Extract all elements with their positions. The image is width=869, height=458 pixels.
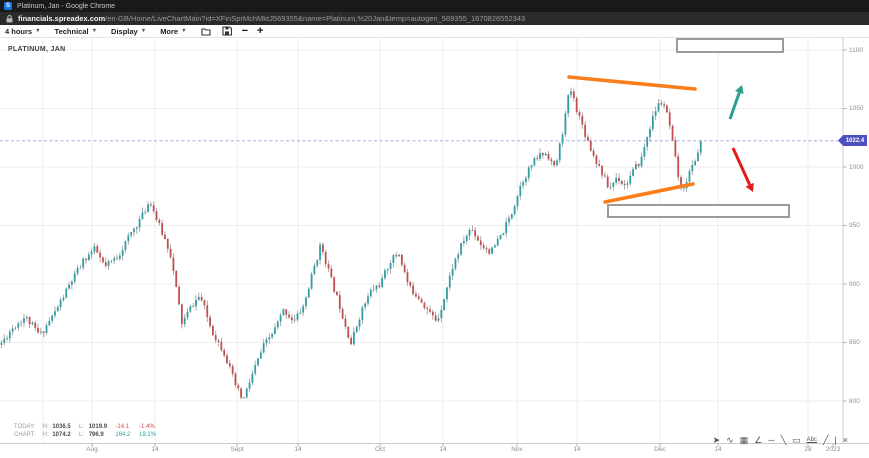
url-text[interactable]: financials.spreadex.com/en-GB/Home/LiveC… (18, 14, 525, 23)
save-chart-button[interactable] (222, 26, 232, 36)
diagonal-line-icon[interactable]: ╱ (823, 435, 828, 445)
url-path: /en-GB/Home/LiveChartMain?id=XFinSprMchM… (105, 14, 525, 23)
annotations (569, 39, 789, 217)
x-axis-label: 14 (564, 446, 590, 453)
angle-lines-icon[interactable]: ∠ (754, 435, 762, 445)
annotation-rectangle-bottom[interactable] (608, 205, 789, 217)
legend-row-today: TODAY: H: 1036.5 L: 1019.9 -14.1 -1.4% (14, 424, 159, 432)
chevron-down-icon: ▼ (181, 28, 186, 34)
y-axis-label: 1050 (849, 105, 863, 112)
drawing-toolbar: ➤ ∿ ▦ ∠ ─ ╲ ▭ Abc ╱ | × (713, 435, 848, 445)
legend-chart-high: 1074.2 (52, 432, 77, 440)
folder-open-icon (201, 27, 212, 36)
annotation-trendline-upper[interactable] (569, 77, 695, 89)
toolbar-separator: | (834, 435, 836, 445)
display-dropdown[interactable]: Display ▼ (111, 27, 146, 36)
more-label: More (160, 27, 178, 36)
address-bar[interactable]: financials.spreadex.com/en-GB/Home/LiveC… (0, 12, 869, 25)
rectangle-icon[interactable]: ▭ (792, 435, 801, 445)
polyline-icon[interactable]: ∿ (726, 435, 734, 445)
timeframe-label: 4 hours (5, 27, 32, 36)
y-axis-label: 1100 (849, 47, 863, 54)
window-titlebar: S Platinum, Jan - Google Chrome (0, 0, 869, 12)
open-chart-button[interactable] (201, 27, 212, 36)
url-domain: financials.spreadex.com (18, 14, 105, 23)
x-axis-label: Nov (504, 446, 530, 453)
legend-chart-change: 164.2 (115, 432, 137, 440)
y-axis-label: 900 (849, 281, 860, 288)
x-axis-label: Aug (79, 446, 105, 453)
annotation-rectangle-top[interactable] (677, 39, 783, 52)
zoom-in-button[interactable]: + (257, 26, 263, 36)
save-icon (222, 26, 232, 36)
text-icon[interactable]: Abc (807, 435, 817, 445)
x-axis-label: Oct (367, 446, 393, 453)
legend-high-key: H: (43, 424, 51, 432)
legend-today-low: 1019.9 (89, 424, 114, 432)
legend-today-high: 1036.5 (52, 424, 77, 432)
pointer-icon[interactable]: ➤ (713, 435, 721, 445)
spreadex-favicon: S (4, 2, 12, 10)
y-axis-label: 850 (849, 339, 860, 346)
legend-today-change-pct: -1.4% (139, 424, 159, 432)
x-axis-label: 28 (795, 446, 821, 453)
x-axis-label: 14 (705, 446, 731, 453)
chevron-down-icon: ▼ (35, 28, 40, 34)
x-axis-label: 14 (430, 446, 456, 453)
y-axis-label: 800 (849, 398, 860, 405)
grid-icon[interactable]: ▦ (740, 435, 749, 445)
legend-chart-low: 796.9 (89, 432, 114, 440)
chart-legend: TODAY: H: 1036.5 L: 1019.9 -14.1 -1.4% C… (14, 424, 159, 439)
legend-low-key: L: (79, 432, 87, 440)
current-price-badge: 1022.4 (838, 135, 867, 146)
price-chart[interactable] (0, 38, 869, 458)
candlesticks (0, 88, 701, 400)
chart-area: PLATINUM, JAN 1022.4 TODAY: H: 1036.5 L:… (0, 38, 869, 458)
y-axis-label: 1000 (849, 164, 863, 171)
legend-chart-label: CHART: (14, 432, 41, 440)
x-axis-label: 14 (285, 446, 311, 453)
technical-label: Technical (55, 27, 89, 36)
technical-dropdown[interactable]: Technical ▼ (55, 27, 98, 36)
legend-today-label: TODAY: (14, 424, 41, 432)
chart-toolbar: 4 hours ▼ Technical ▼ Display ▼ More ▼ −… (0, 25, 869, 38)
chevron-down-icon: ▼ (92, 28, 97, 34)
legend-row-chart: CHART: H: 1074.2 L: 796.9 164.2 19.1% (14, 432, 159, 440)
legend-high-key: H: (43, 432, 51, 440)
y-axis-label: 950 (849, 222, 860, 229)
more-dropdown[interactable]: More ▼ (160, 27, 186, 36)
instrument-label: PLATINUM, JAN (8, 46, 65, 53)
timeframe-dropdown[interactable]: 4 hours ▼ (5, 27, 41, 36)
annotation-arrow-up[interactable] (730, 85, 744, 119)
chevron-down-icon: ▼ (141, 28, 146, 34)
horizontal-line-icon[interactable]: ─ (768, 435, 774, 445)
legend-chart-change-pct: 19.1% (139, 432, 159, 440)
x-axis-label: Dec (647, 446, 673, 453)
x-axis-label: 2023 (820, 446, 846, 453)
lock-icon (6, 15, 13, 23)
close-icon[interactable]: × (843, 435, 848, 445)
annotation-arrow-down[interactable] (733, 148, 754, 192)
gridlines (0, 38, 869, 447)
legend-today-change: -14.1 (115, 424, 137, 432)
zoom-out-button[interactable]: − (242, 26, 248, 36)
x-axis-label: 14 (142, 446, 168, 453)
x-axis-label: Sept (224, 446, 250, 453)
window-title: Platinum, Jan - Google Chrome (17, 3, 115, 10)
annotation-trendline-lower[interactable] (605, 184, 693, 202)
trend-line-icon[interactable]: ╲ (781, 435, 786, 445)
legend-low-key: L: (79, 424, 87, 432)
display-label: Display (111, 27, 138, 36)
